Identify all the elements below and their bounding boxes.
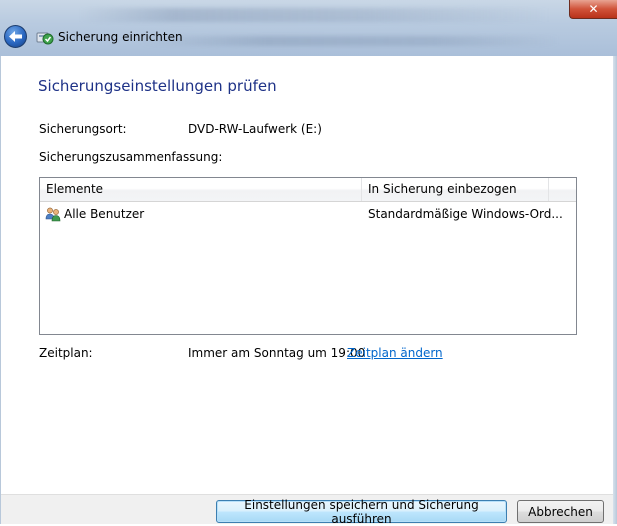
back-button[interactable] (4, 25, 27, 48)
schedule-label: Zeitplan: (39, 346, 93, 360)
save-and-run-button[interactable]: Einstellungen speichern und Sicherung au… (216, 498, 507, 526)
close-button[interactable]: ✕ (569, 0, 617, 19)
backup-icon (36, 32, 54, 45)
summary-list[interactable]: Elemente In Sicherung einbezogen Alle Be… (39, 177, 577, 335)
users-icon (45, 207, 61, 222)
title-bar (0, 0, 617, 56)
cancel-button[interactable]: Abbrechen (517, 500, 604, 523)
column-header-filler (549, 178, 576, 201)
list-header: Elemente In Sicherung einbezogen (40, 178, 576, 202)
location-value: DVD-RW-Laufwerk (E:) (188, 122, 322, 136)
change-schedule-link[interactable]: Zeitplan ändern (347, 346, 443, 360)
background-blur (80, 8, 550, 22)
close-icon: ✕ (588, 2, 599, 16)
column-header-included[interactable]: In Sicherung einbezogen (362, 178, 549, 201)
page-title: Sicherungseinstellungen prüfen (38, 77, 277, 95)
list-item-included: Standardmäßige Windows-Ord... (368, 207, 563, 221)
window-frame (613, 56, 617, 524)
list-item[interactable]: Alle Benutzer Standardmäßige Windows-Ord… (40, 204, 576, 224)
summary-label: Sicherungszusammenfassung: (39, 150, 223, 164)
window-title: Sicherung einrichten (58, 30, 183, 44)
back-arrow-icon (9, 31, 22, 42)
list-item-name: Alle Benutzer (64, 207, 145, 221)
schedule-value: Immer am Sonntag um 19:00 (188, 346, 366, 360)
column-header-items[interactable]: Elemente (40, 178, 362, 201)
location-label: Sicherungsort: (39, 122, 127, 136)
background-blur (140, 36, 560, 46)
